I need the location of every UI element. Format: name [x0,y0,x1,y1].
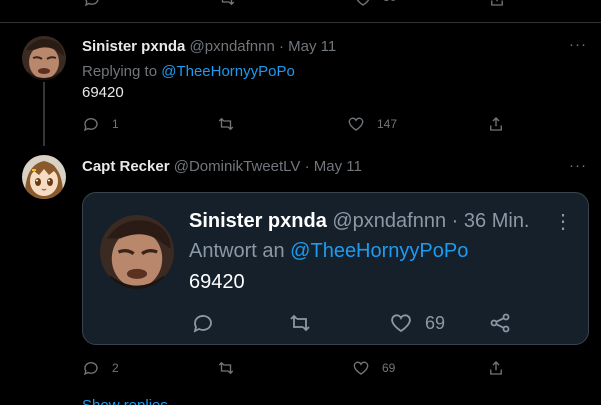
reply-icon [83,118,98,132]
like-button[interactable]: 147 [347,114,397,134]
embedded-header: Sinister pxnda @pxndafnnn · 36 Min. [189,210,530,233]
reply-count: 2 [112,361,119,375]
embedded-reply-label: Antwort an [189,240,285,262]
reply-icon [83,362,98,376]
separator: · [279,38,284,55]
heart-icon[interactable] [354,0,372,8]
embedded-text: 69420 [189,271,245,293]
reply-count: 1 [112,117,119,131]
embedded-share-icon [488,311,512,335]
embedded-handle: @pxndafnnn [332,210,447,232]
embedded-time: 36 Min. [463,210,530,232]
share-icon [490,117,502,131]
user-handle[interactable]: @pxndafnnn [190,38,275,55]
embedded-display-name: Sinister pxnda [189,210,327,232]
embedded-like: 69 [389,311,445,335]
timeline: 30 Sinister pxnda @pxndafnnn · May 11 ··… [0,0,601,405]
thread-line [43,82,45,146]
heart-icon [353,361,369,375]
reply-button[interactable]: 1 [82,114,119,134]
embedded-like-count: 69 [425,312,446,333]
embedded-avatar [100,215,174,289]
mention-link[interactable]: @TheeHornyyPoPo [161,63,295,80]
share-button[interactable] [487,114,505,134]
display-name[interactable]: Sinister pxnda [82,38,185,55]
tweet-text: 69420 [82,84,124,101]
show-replies-link[interactable]: Show replies [82,397,168,405]
tweet-actions: 2 69 [82,358,502,378]
previous-tweet-actions: 30 [0,0,601,8]
like-count: 30 [383,0,396,4]
embedded-mention: @TheeHornyyPoPo [290,240,469,262]
avatar[interactable] [22,155,66,199]
embedded-reply-line: Antwort an @TheeHornyyPoPo [189,240,468,263]
retweet-button[interactable] [217,358,235,378]
like-count: 69 [382,361,396,375]
replying-label: Replying to [82,63,158,80]
more-options-button[interactable]: ··· [569,157,587,174]
share-nodes-icon [490,313,510,333]
reply-icon [193,315,212,333]
avatar[interactable] [22,36,66,80]
more-options-button[interactable]: ··· [569,36,587,53]
embedded-retweet-icon [288,311,312,335]
tweet-header: Sinister pxnda @pxndafnnn · May 11 [82,38,336,55]
replying-to: Replying to @TheeHornyyPoPo [82,63,295,80]
share-button[interactable] [487,358,505,378]
tweet-date[interactable]: May 11 [288,38,336,55]
retweet-icon[interactable] [218,0,236,8]
embedded-separator: · [451,210,459,232]
separator: · [304,158,310,175]
like-button[interactable]: 69 [352,358,395,378]
heart-icon [391,314,411,333]
embedded-reply-icon [191,311,215,335]
retweet-icon [218,117,234,131]
heart-icon [348,117,364,131]
tweet-header: Capt Recker @DominikTweetLV · May 11 [82,158,362,175]
display-name[interactable]: Capt Recker [82,158,170,175]
embedded-more-icon: ⋮ [553,211,573,233]
reply-button[interactable]: 2 [82,358,119,378]
tweet-date[interactable]: May 11 [314,158,362,175]
like-count: 147 [377,117,398,131]
tweet-sinister-pxnda[interactable]: Sinister pxnda @pxndafnnn · May 11 ··· R… [0,22,601,146]
reply-icon[interactable] [83,0,101,8]
embedded-tweet-screenshot[interactable]: Sinister pxnda @pxndafnnn · 36 Min. ⋮ An… [82,192,589,345]
retweet-icon [218,361,234,375]
share-icon[interactable] [488,0,506,8]
share-icon [490,361,502,375]
tweet-actions: 1 147 [82,114,502,134]
retweet-icon [290,314,310,332]
retweet-button[interactable] [217,114,235,134]
user-handle[interactable]: @DominikTweetLV [174,158,301,175]
